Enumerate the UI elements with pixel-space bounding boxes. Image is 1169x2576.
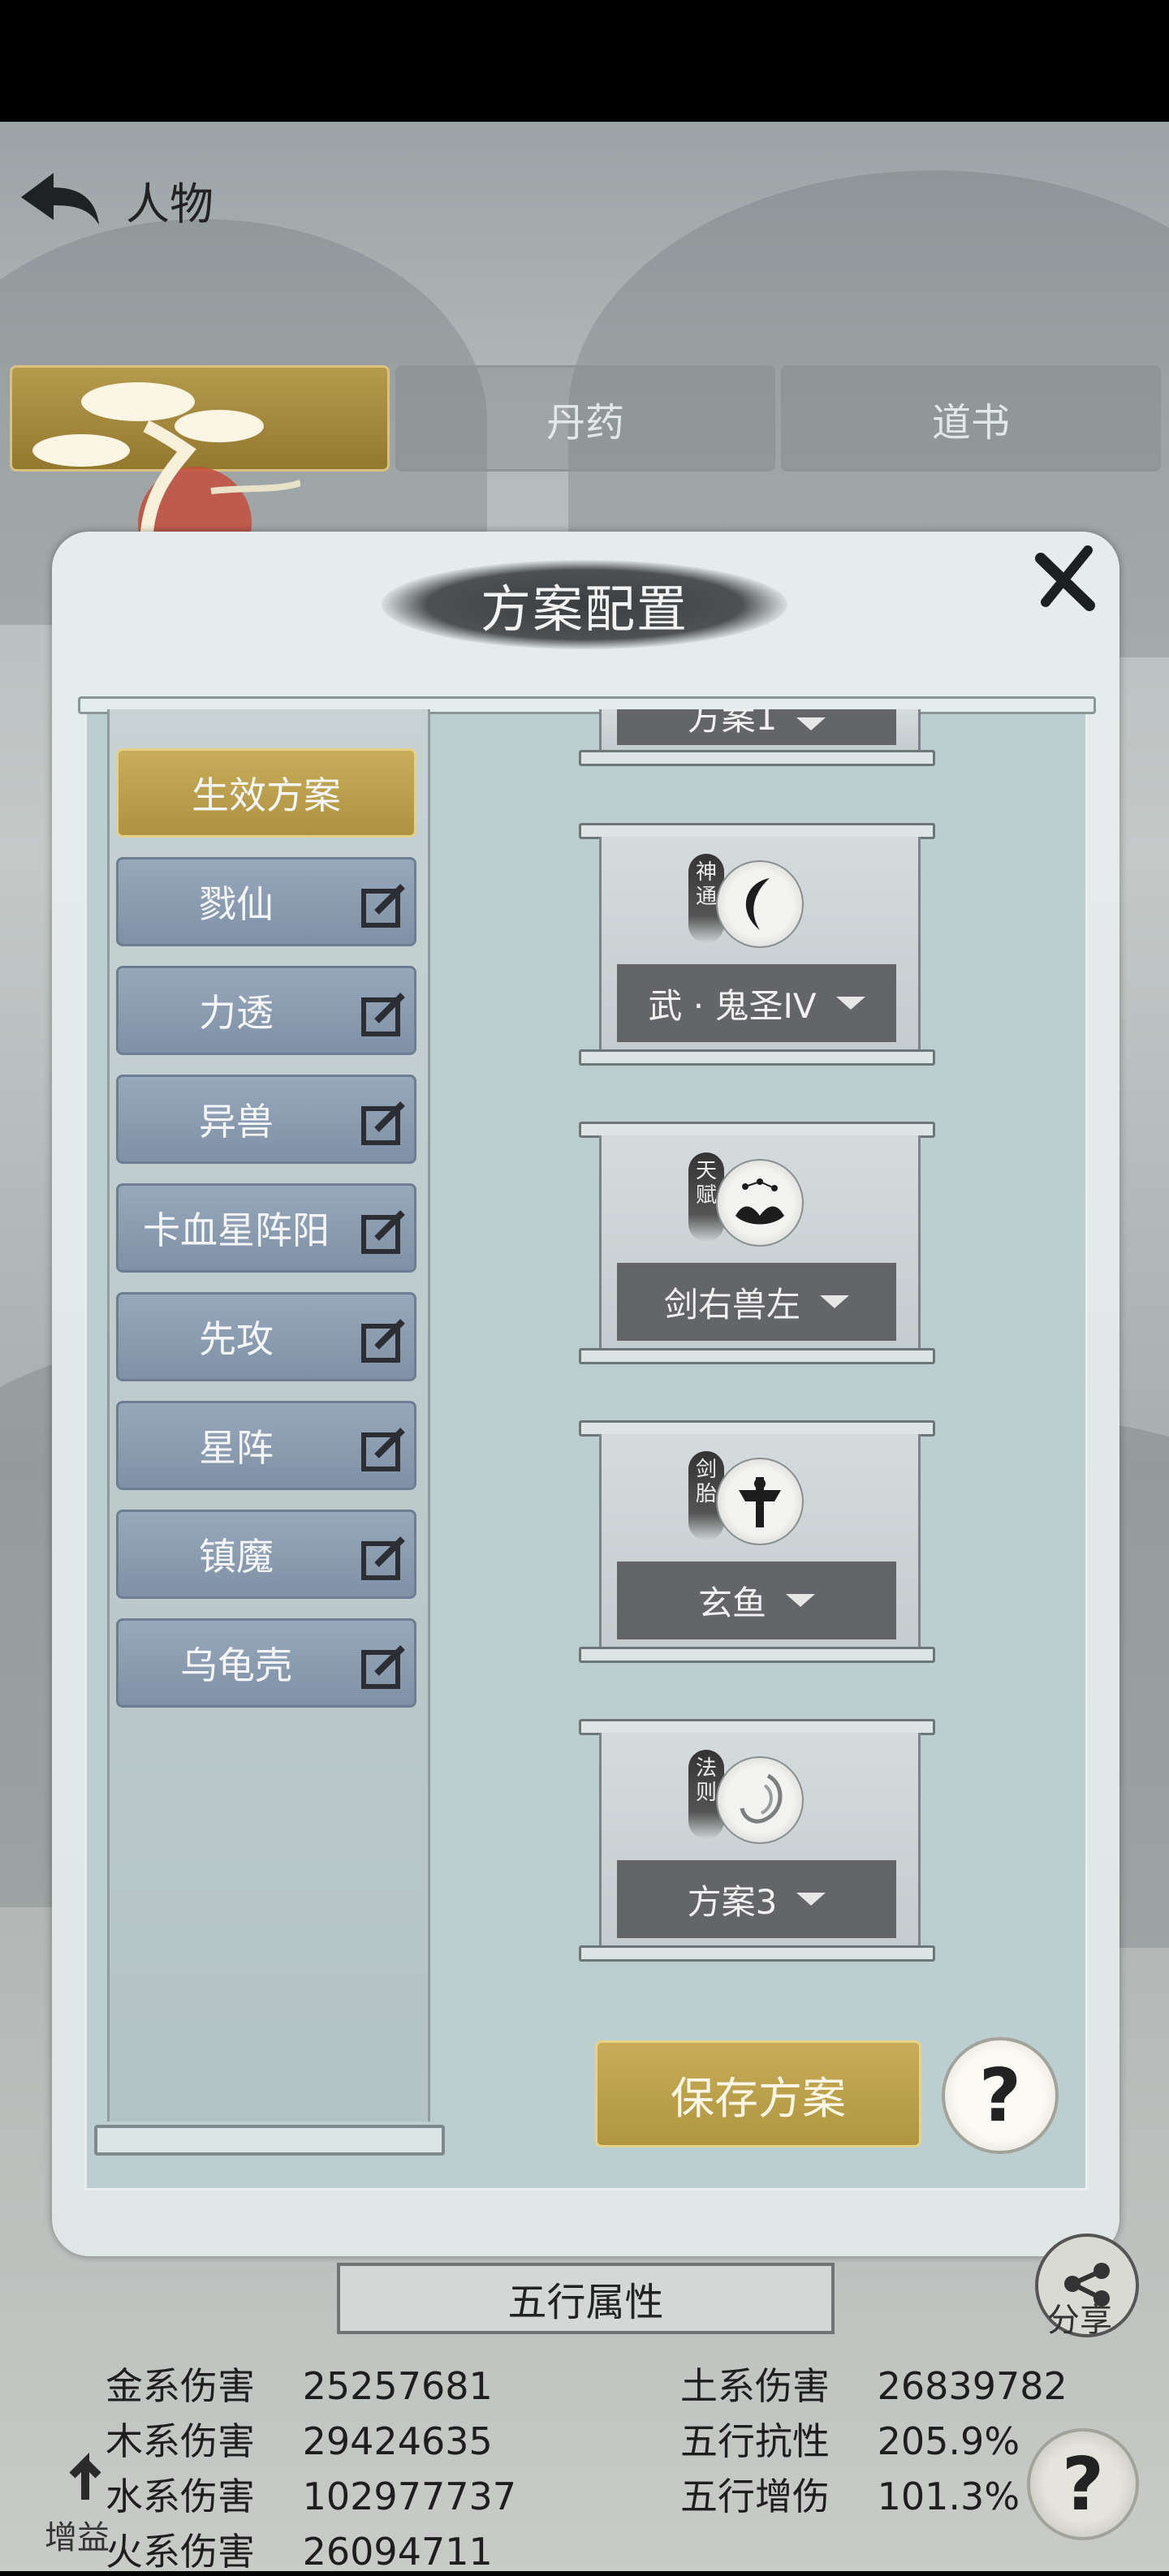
plan-item[interactable]: 乌龟壳 — [116, 1618, 416, 1708]
dropdown-arrow-icon — [820, 1295, 849, 1308]
tab-books[interactable]: 道书 — [781, 365, 1161, 472]
edit-icon[interactable] — [359, 1532, 409, 1583]
slot-rod — [579, 1647, 935, 1663]
edit-icon[interactable] — [359, 1315, 409, 1365]
question-mark-icon: ? — [978, 2053, 1022, 2139]
page-title: 人物 — [126, 179, 214, 230]
slot-value: 方案3 — [687, 1881, 778, 1922]
slot-dropdown[interactable]: 玄鱼 — [617, 1562, 896, 1639]
plan-item[interactable]: 卡血星阵阳 — [116, 1183, 416, 1273]
plan-label: 星阵 — [199, 1426, 274, 1470]
attr-row: 土系伤害 26839782 — [680, 2357, 1068, 2410]
slot-value: 玄鱼 — [697, 1583, 766, 1623]
question-mark-icon: ? — [1061, 2441, 1105, 2527]
attr-value: 102977737 — [302, 2475, 517, 2518]
slot-dropdown[interactable]: 方案3 — [617, 1860, 896, 1938]
boost-button[interactable]: 增益 — [45, 2443, 134, 2557]
plan-label: 先攻 — [199, 1317, 274, 1361]
slot-rod — [579, 1945, 935, 1962]
close-icon — [1035, 545, 1095, 611]
crescent-blade-icon — [716, 860, 804, 948]
attr-label: 土系伤害 — [680, 2364, 830, 2408]
boost-label: 增益 — [45, 2519, 110, 2557]
edit-icon[interactable] — [359, 880, 409, 930]
dropdown-arrow-icon — [835, 997, 865, 1010]
attr-label: 五行抗性 — [680, 2419, 830, 2463]
back-button[interactable] — [15, 166, 104, 231]
sword-emblem-icon — [716, 1458, 804, 1545]
active-plan-label: 生效方案 — [192, 773, 341, 817]
edit-icon[interactable] — [359, 1097, 409, 1148]
attr-row: 五行增伤 101.3% — [680, 2467, 1020, 2521]
plan-item[interactable]: 先攻 — [116, 1292, 416, 1381]
plan-item[interactable]: 星阵 — [116, 1401, 416, 1490]
swirl-icon — [716, 1756, 804, 1844]
modal-title: 方案配置 — [480, 579, 688, 639]
lotus-constellation-icon — [716, 1159, 804, 1247]
attr-label: 金系伤害 — [106, 2364, 255, 2408]
scroll-rod-bottom — [94, 2125, 445, 2156]
dropdown-arrow-icon — [796, 1893, 826, 1906]
attr-header-label: 五行属性 — [507, 2280, 664, 2325]
slot-dropdown[interactable]: 剑右兽左 — [617, 1263, 896, 1341]
plan-label: 力透 — [199, 991, 274, 1035]
plan-label: 卡血星阵阳 — [143, 1208, 330, 1252]
share-label: 分享 — [1047, 2302, 1112, 2339]
active-plan-button[interactable]: 生效方案 — [116, 748, 416, 838]
edit-icon[interactable] — [359, 1424, 409, 1474]
attr-row: 水系伤害 102977737 — [106, 2467, 516, 2521]
attr-value: 25257681 — [302, 2364, 493, 2408]
attr-row: 火系伤害 26094711 — [106, 2522, 493, 2576]
tab-label: 丹药 — [546, 399, 624, 446]
plan-item[interactable]: 镇魔 — [116, 1510, 416, 1599]
plan-item[interactable]: 戮仙 — [116, 857, 416, 946]
attr-value: 101.3% — [877, 2475, 1020, 2518]
save-plan-label: 保存方案 — [671, 2072, 846, 2124]
close-button[interactable] — [1029, 542, 1102, 615]
attr-value: 26094711 — [302, 2530, 493, 2574]
attr-label: 五行增伤 — [680, 2475, 830, 2518]
slot-dropdown[interactable]: 方案1 — [617, 709, 896, 745]
dropdown-arrow-icon — [796, 717, 826, 730]
boost-arrow-icon — [69, 2452, 101, 2500]
slot-rod — [579, 750, 935, 766]
attr-row: 木系伤害 29424635 — [106, 2412, 493, 2466]
dropdown-arrow-icon — [786, 1594, 815, 1607]
slot-rod — [579, 1049, 935, 1066]
plan-label: 乌龟壳 — [180, 1643, 292, 1687]
pine-tree-icon — [32, 382, 300, 548]
plan-label: 戮仙 — [199, 882, 274, 926]
attr-row: 五行抗性 205.9% — [680, 2412, 1020, 2466]
edit-icon[interactable] — [359, 1641, 409, 1691]
plan-label: 异兽 — [199, 1100, 274, 1144]
slot-value: 武 · 鬼圣IV — [648, 985, 817, 1026]
edit-icon[interactable] — [359, 989, 409, 1039]
slot-value: 剑右兽左 — [663, 1284, 800, 1325]
help-button[interactable]: ? — [942, 2037, 1059, 2154]
plan-item[interactable]: 异兽 — [116, 1075, 416, 1164]
attr-value: 29424635 — [302, 2419, 493, 2463]
back-arrow-icon — [21, 173, 99, 225]
save-plan-button[interactable]: 保存方案 — [595, 2040, 921, 2147]
edit-icon[interactable] — [359, 1206, 409, 1256]
five-elements-header: 五行属性 — [337, 2263, 835, 2334]
attr-value: 205.9% — [877, 2419, 1020, 2463]
tab-label: 道书 — [931, 399, 1010, 446]
slot-value: 方案1 — [687, 709, 778, 738]
attr-row: 金系伤害 25257681 — [106, 2357, 493, 2410]
plan-label: 镇魔 — [199, 1535, 274, 1579]
tab-pills[interactable]: 丹药 — [395, 365, 775, 472]
slot-dropdown[interactable]: 武 · 鬼圣IV — [617, 964, 896, 1042]
plan-item[interactable]: 力透 — [116, 966, 416, 1055]
attr-value: 26839782 — [877, 2364, 1068, 2408]
slot-rod — [579, 1348, 935, 1364]
attr-help-button[interactable]: ? — [1027, 2428, 1139, 2540]
